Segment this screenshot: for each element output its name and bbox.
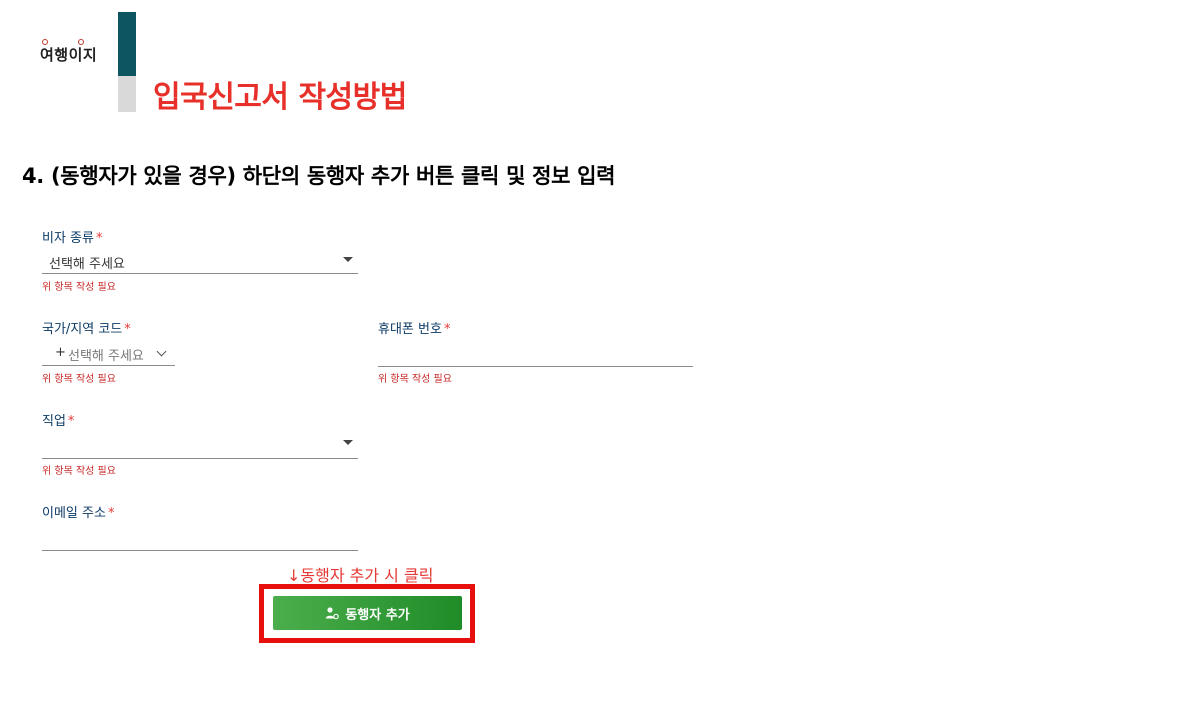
job-select[interactable] <box>42 432 358 458</box>
caret-down-icon[interactable] <box>343 257 353 262</box>
click-hint: ↓동행자 추가 시 클릭 <box>287 566 434 585</box>
phone-input[interactable] <box>378 340 693 366</box>
country-code-select[interactable]: 선택해 주세요 <box>68 345 144 364</box>
job-error: 위 항목 작성 필요 <box>42 466 116 477</box>
job-label: 직업 * <box>42 414 75 429</box>
email-label: 이메일 주소 * <box>42 506 115 521</box>
add-companion-button[interactable]: 동행자 추가 <box>273 596 462 630</box>
visa-type-error: 위 항목 작성 필요 <box>42 282 116 293</box>
step-heading: 4. (동행자가 있을 경우) 하단의 동행자 추가 버튼 클릭 및 정보 입력 <box>22 164 616 188</box>
phone-error: 위 항목 작성 필요 <box>378 374 452 385</box>
email-underline <box>42 550 358 551</box>
logo-text: 여행이지 <box>40 46 98 64</box>
required-mark: * <box>107 506 115 521</box>
person-add-icon <box>326 607 340 620</box>
page-title: 입국신고서 작성방법 <box>153 80 407 115</box>
email-input[interactable] <box>42 524 358 550</box>
required-mark: * <box>124 322 131 337</box>
country-code-error: 위 항목 작성 필요 <box>42 374 116 385</box>
caret-down-icon[interactable] <box>343 440 353 445</box>
required-mark: * <box>95 231 103 246</box>
phone-underline <box>378 366 693 367</box>
logo-accent-dot <box>42 39 48 45</box>
chevron-down-icon[interactable] <box>156 346 167 357</box>
country-code-underline <box>42 365 175 366</box>
title-accent-bar <box>118 12 136 76</box>
required-mark: * <box>67 414 75 429</box>
logo: 여행이지 <box>40 39 98 65</box>
logo-accent-dot <box>78 39 84 45</box>
required-mark: * <box>443 322 451 337</box>
country-code-label: 국가/지역 코드 * <box>42 322 131 337</box>
visa-type-label: 비자 종류 * <box>42 231 103 246</box>
visa-type-underline <box>42 273 358 274</box>
add-companion-label: 동행자 추가 <box>345 607 410 623</box>
visa-type-select[interactable]: 선택해 주세요 <box>49 253 125 272</box>
job-underline <box>42 458 358 459</box>
country-code-plus: + <box>55 345 66 360</box>
phone-label: 휴대폰 번호 * <box>378 322 451 337</box>
title-accent-bar-gray <box>118 76 136 112</box>
